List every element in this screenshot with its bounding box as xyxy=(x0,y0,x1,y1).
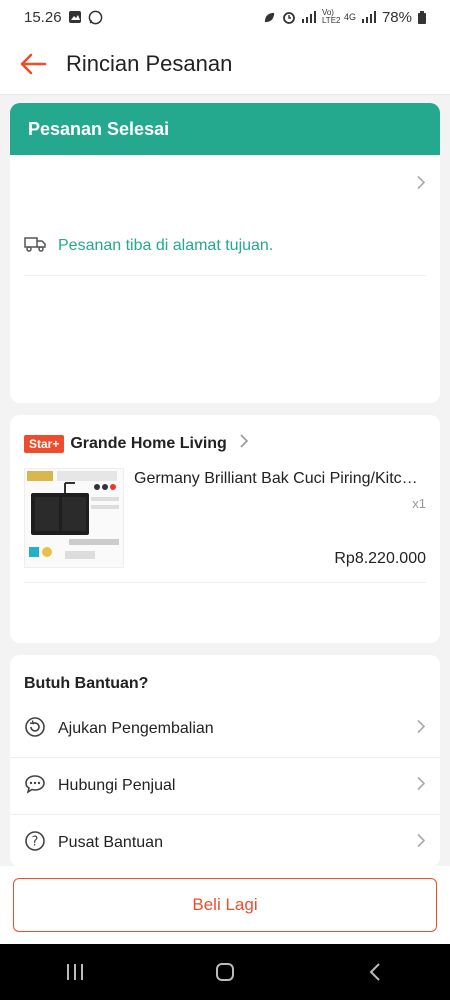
star-plus-badge: Star+ xyxy=(24,434,65,453)
help-item-label: Hubungi Penjual xyxy=(58,777,176,794)
svg-text:?: ? xyxy=(32,834,39,849)
gallery-icon xyxy=(68,10,82,24)
signal-icon-2 xyxy=(361,11,376,23)
chevron-right-icon xyxy=(416,175,426,196)
home-button[interactable] xyxy=(195,952,255,992)
buy-again-button[interactable]: Beli Lagi xyxy=(13,878,437,932)
network-label-2: 4G xyxy=(343,12,356,22)
shipping-info-row[interactable] xyxy=(10,155,440,215)
help-item-contact-seller[interactable]: Hubungi Penjual xyxy=(10,758,440,815)
chevron-right-icon xyxy=(416,776,426,797)
home-icon xyxy=(216,963,234,981)
order-status-card: Pesanan Selesai Pesanan tiba di alamat t… xyxy=(10,103,440,403)
battery-icon xyxy=(418,10,426,24)
help-card: Butuh Bantuan? Ajukan Pengembalian Hubun… xyxy=(10,655,440,867)
back-icon xyxy=(369,963,380,981)
return-icon xyxy=(24,716,46,743)
shop-card: Star+ Grande Home Living Germany Brillia… xyxy=(10,415,440,643)
help-title: Butuh Bantuan? xyxy=(24,675,149,692)
product-name: Germany Brilliant Bak Cuci Piring/Kitche… xyxy=(134,470,424,487)
help-icon: ? xyxy=(24,830,46,857)
recent-apps-button[interactable] xyxy=(45,952,105,992)
back-button[interactable] xyxy=(10,41,56,87)
divider xyxy=(24,582,426,583)
product-quantity: x1 xyxy=(412,496,426,511)
chevron-right-icon xyxy=(416,719,426,740)
help-item-help-center[interactable]: ? Pusat Bantuan xyxy=(10,815,440,871)
network-label-1: Vo) LTE2 xyxy=(321,8,341,25)
product-price: Rp8.220.000 xyxy=(334,550,426,567)
product-item[interactable]: Germany Brilliant Bak Cuci Piring/Kitche… xyxy=(10,454,440,568)
chat-icon xyxy=(24,773,46,800)
product-info: Germany Brilliant Bak Cuci Piring/Kitche… xyxy=(134,468,426,568)
page-title: Rincian Pesanan xyxy=(66,51,233,76)
battery-percent: 78% xyxy=(381,8,412,26)
help-item-return[interactable]: Ajukan Pengembalian xyxy=(10,701,440,758)
bottom-action-bar: Beli Lagi xyxy=(0,866,450,944)
leaf-icon xyxy=(263,11,276,24)
shop-name: Grande Home Living xyxy=(70,434,227,452)
system-navigation-bar xyxy=(0,944,450,1000)
back-nav-button[interactable] xyxy=(345,952,405,992)
product-image xyxy=(24,468,124,568)
recents-icon xyxy=(67,964,83,980)
alarm-icon xyxy=(282,10,296,24)
whatsapp-icon xyxy=(88,10,103,25)
chevron-right-icon xyxy=(416,833,426,854)
divider xyxy=(24,275,426,276)
help-item-label: Pusat Bantuan xyxy=(58,834,163,851)
shop-header[interactable]: Star+ Grande Home Living xyxy=(10,415,440,454)
delivery-status-row[interactable]: Pesanan tiba di alamat tujuan. xyxy=(10,215,440,263)
signal-icon xyxy=(301,11,316,23)
delivery-status-text: Pesanan tiba di alamat tujuan. xyxy=(58,237,274,254)
app-header: Rincian Pesanan xyxy=(0,34,450,95)
status-bar: 15.26 Vo) LTE2 4G 78% xyxy=(0,0,450,34)
clock: 15.26 xyxy=(24,8,62,26)
back-arrow-icon xyxy=(20,53,47,75)
chevron-right-icon xyxy=(239,433,249,454)
truck-icon xyxy=(24,236,46,257)
order-status-banner: Pesanan Selesai xyxy=(10,103,440,155)
help-item-label: Ajukan Pengembalian xyxy=(58,720,214,737)
